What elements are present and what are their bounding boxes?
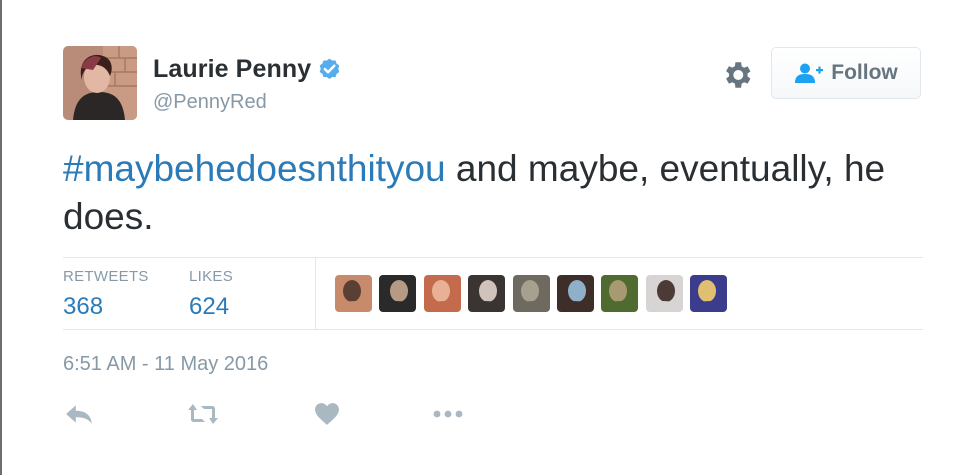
follow-button[interactable]: Follow — [771, 47, 921, 99]
reply-button[interactable] — [64, 400, 94, 428]
liker-avatar — [556, 275, 594, 312]
liker-avatar — [690, 275, 728, 312]
liker-avatar[interactable] — [423, 275, 461, 312]
retweet-button[interactable] — [187, 400, 219, 428]
retweets-label: RETWEETS — [63, 268, 149, 285]
follow-button-label: Follow — [831, 61, 898, 84]
retweets-stat[interactable]: RETWEETS 368 — [63, 268, 149, 321]
likes-stat[interactable]: LIKES 624 — [189, 268, 233, 321]
retweets-count[interactable]: 368 — [63, 293, 149, 321]
liker-avatar — [468, 275, 506, 312]
divider — [63, 257, 923, 258]
add-user-icon — [795, 63, 824, 83]
liker-avatar — [379, 275, 417, 312]
liker-avatar — [512, 275, 550, 312]
window-edge — [0, 0, 2, 475]
tweet-text: #maybehedoesnthityou and maybe, eventual… — [63, 145, 923, 241]
liker-avatars — [335, 275, 735, 312]
liker-avatar[interactable] — [468, 275, 506, 312]
like-button[interactable] — [314, 400, 340, 428]
user-name-row[interactable]: Laurie Penny — [153, 55, 342, 84]
stats-divider — [315, 257, 316, 329]
more-icon — [433, 410, 463, 418]
liker-avatar[interactable] — [335, 275, 372, 312]
avatar[interactable] — [63, 46, 137, 120]
profile-photo — [63, 46, 137, 120]
likes-label: LIKES — [189, 268, 234, 285]
retweet-icon — [188, 404, 218, 424]
liker-avatar[interactable] — [379, 275, 417, 312]
liker-avatar — [335, 275, 372, 312]
verified-badge-icon — [319, 58, 340, 79]
liker-avatar — [601, 275, 639, 312]
likes-count[interactable]: 624 — [189, 293, 233, 321]
liker-avatar — [423, 275, 461, 312]
liker-avatar[interactable] — [601, 275, 639, 312]
liker-avatar[interactable] — [645, 275, 683, 312]
display-name[interactable]: Laurie Penny — [153, 55, 311, 84]
liker-avatar[interactable] — [690, 275, 728, 312]
hashtag-link[interactable]: #maybehedoesnthityou — [63, 148, 446, 189]
tweet-timestamp[interactable]: 6:51 AM - 11 May 2016 — [63, 353, 268, 376]
settings-gear-button[interactable] — [720, 58, 754, 92]
liker-avatar[interactable] — [556, 275, 594, 312]
liker-avatar[interactable] — [512, 275, 550, 312]
reply-icon — [66, 405, 92, 424]
divider — [63, 329, 923, 330]
gear-icon — [726, 62, 751, 88]
more-button[interactable] — [432, 400, 464, 428]
heart-icon — [315, 403, 339, 425]
user-handle[interactable]: @PennyRed — [153, 91, 267, 114]
liker-avatar — [645, 275, 683, 312]
